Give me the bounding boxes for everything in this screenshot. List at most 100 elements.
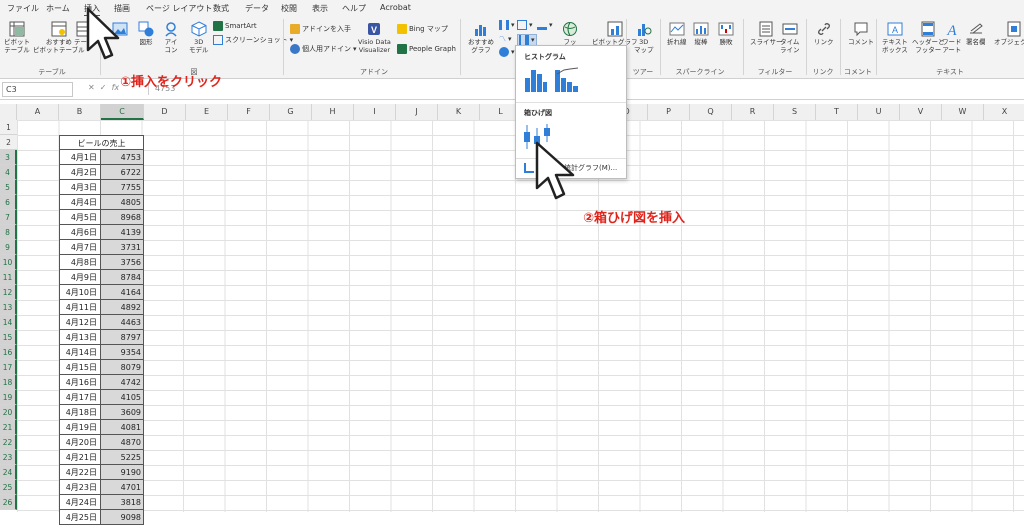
tab-view[interactable]: 表示 xyxy=(312,3,328,14)
sales-value-cell[interactable]: 8784 xyxy=(101,270,144,285)
row-header[interactable]: 23 xyxy=(0,450,17,465)
row-header[interactable]: 6 xyxy=(0,195,17,210)
table-title-cell[interactable]: ビールの売上 xyxy=(59,135,144,150)
row-header[interactable]: 21 xyxy=(0,420,17,435)
row-header[interactable]: 15 xyxy=(0,330,17,345)
column-header-h[interactable]: H xyxy=(312,104,354,120)
date-cell[interactable]: 4月12日 xyxy=(59,315,101,330)
sales-value-cell[interactable]: 3818 xyxy=(101,495,144,510)
tab-page-layout[interactable]: ページ レイアウト xyxy=(146,3,212,14)
icons-button[interactable]: アイ コン xyxy=(163,21,179,54)
sales-value-cell[interactable]: 4164 xyxy=(101,285,144,300)
row-header[interactable]: 19 xyxy=(0,390,17,405)
sales-value-cell[interactable]: 3731 xyxy=(101,240,144,255)
row-header[interactable]: 17 xyxy=(0,360,17,375)
column-header-s[interactable]: S xyxy=(774,104,816,120)
row-header[interactable]: 26 xyxy=(0,495,17,510)
row-header[interactable]: 4 xyxy=(0,165,17,180)
tab-review[interactable]: 校閲 xyxy=(281,3,297,14)
row-header[interactable]: 25 xyxy=(0,480,17,495)
sales-value-cell[interactable]: 8079 xyxy=(101,360,144,375)
line-chart-button[interactable]: 〽 ▾ xyxy=(499,34,512,44)
date-cell[interactable]: 4月14日 xyxy=(59,345,101,360)
row-header[interactable]: 2 xyxy=(0,135,17,150)
row-header[interactable]: 5 xyxy=(0,180,17,195)
sales-value-cell[interactable]: 4463 xyxy=(101,315,144,330)
row-header[interactable]: 12 xyxy=(0,285,17,300)
tab-data[interactable]: データ xyxy=(245,3,269,14)
sales-value-cell[interactable]: 4892 xyxy=(101,300,144,315)
visio-data-visualizer-button[interactable]: V Visio Data Visualizer xyxy=(358,21,391,54)
date-cell[interactable]: 4月23日 xyxy=(59,480,101,495)
check-icon[interactable]: ✓ xyxy=(100,83,107,92)
column-header-d[interactable]: D xyxy=(144,104,186,120)
shapes-button[interactable]: 図形 xyxy=(138,21,154,46)
sales-value-cell[interactable]: 4805 xyxy=(101,195,144,210)
date-cell[interactable]: 4月11日 xyxy=(59,300,101,315)
column-header-x[interactable]: X xyxy=(984,104,1024,120)
recommended-charts-button[interactable]: おすすめ グラフ xyxy=(468,21,494,54)
date-cell[interactable]: 4月17日 xyxy=(59,390,101,405)
signature-line-button[interactable]: 署名欄 xyxy=(966,21,986,46)
sales-value-cell[interactable]: 4105 xyxy=(101,390,144,405)
text-box-button[interactable]: A テキスト ボックス xyxy=(882,21,908,54)
histogram-chart-option[interactable] xyxy=(524,66,548,96)
date-cell[interactable]: 4月7日 xyxy=(59,240,101,255)
sales-value-cell[interactable]: 3609 xyxy=(101,405,144,420)
name-box[interactable]: C3 xyxy=(2,82,73,97)
date-cell[interactable]: 4月10日 xyxy=(59,285,101,300)
column-header-q[interactable]: Q xyxy=(690,104,732,120)
sales-value-cell[interactable]: 4870 xyxy=(101,435,144,450)
column-header-p[interactable]: P xyxy=(648,104,690,120)
get-addins-button[interactable]: アドインを入手 xyxy=(290,24,351,34)
row-header[interactable]: 16 xyxy=(0,345,17,360)
maps-button[interactable]: フッ xyxy=(562,21,578,46)
date-cell[interactable]: 4月20日 xyxy=(59,435,101,450)
sparkline-line-button[interactable]: 折れ線 xyxy=(667,21,687,46)
row-header[interactable]: 7 xyxy=(0,210,17,225)
sales-value-cell[interactable]: 4139 xyxy=(101,225,144,240)
smartart-button[interactable]: SmartArt xyxy=(213,21,257,31)
row-header[interactable]: 3 xyxy=(0,150,17,165)
pareto-chart-option[interactable] xyxy=(554,66,580,96)
date-cell[interactable]: 4月22日 xyxy=(59,465,101,480)
date-cell[interactable]: 4月16日 xyxy=(59,375,101,390)
row-header[interactable]: 22 xyxy=(0,435,17,450)
pie-chart-button[interactable]: ▾ xyxy=(499,47,515,57)
sales-value-cell[interactable]: 6722 xyxy=(101,165,144,180)
sparkline-winloss-button[interactable]: 勝敗 xyxy=(718,21,734,46)
column-header-e[interactable]: E xyxy=(186,104,228,120)
tab-formulas[interactable]: 数式 xyxy=(213,3,229,14)
date-cell[interactable]: 4月25日 xyxy=(59,510,101,525)
sales-value-cell[interactable]: 8797 xyxy=(101,330,144,345)
screenshot-button[interactable]: スクリーンショット ▾ xyxy=(213,35,293,45)
row-header[interactable]: 20 xyxy=(0,405,17,420)
date-cell[interactable]: 4月15日 xyxy=(59,360,101,375)
wordart-button[interactable]: A ワード アート xyxy=(942,21,962,54)
column-header-v[interactable]: V xyxy=(900,104,942,120)
column-header-t[interactable]: T xyxy=(816,104,858,120)
date-cell[interactable]: 4月21日 xyxy=(59,450,101,465)
column-header-b[interactable]: B xyxy=(59,104,101,120)
3d-models-button[interactable]: 3D モデル xyxy=(189,21,209,54)
sales-value-cell[interactable]: 4701 xyxy=(101,480,144,495)
timeline-button[interactable]: タイム ライン xyxy=(780,21,800,54)
comment-button[interactable]: コメント xyxy=(848,21,874,46)
select-all-corner[interactable] xyxy=(0,104,17,120)
column-header-k[interactable]: K xyxy=(438,104,480,120)
pivot-table-button[interactable]: ピボット テーブル xyxy=(4,21,30,54)
column-header-r[interactable]: R xyxy=(732,104,774,120)
date-cell[interactable]: 4月18日 xyxy=(59,405,101,420)
row-header[interactable]: 13 xyxy=(0,300,17,315)
row-header[interactable]: 1 xyxy=(0,120,17,135)
my-addins-button[interactable]: 個人用アドイン ▾ xyxy=(290,44,357,54)
date-cell[interactable]: 4月24日 xyxy=(59,495,101,510)
function-icon[interactable]: fx xyxy=(112,83,120,92)
date-cell[interactable]: 4月9日 xyxy=(59,270,101,285)
column-header-j[interactable]: J xyxy=(396,104,438,120)
column-chart-button[interactable]: ▾ xyxy=(499,20,515,30)
column-header-a[interactable]: A xyxy=(17,104,59,120)
row-header[interactable]: 10 xyxy=(0,255,17,270)
sales-value-cell[interactable]: 9098 xyxy=(101,510,144,525)
row-header[interactable]: 24 xyxy=(0,465,17,480)
